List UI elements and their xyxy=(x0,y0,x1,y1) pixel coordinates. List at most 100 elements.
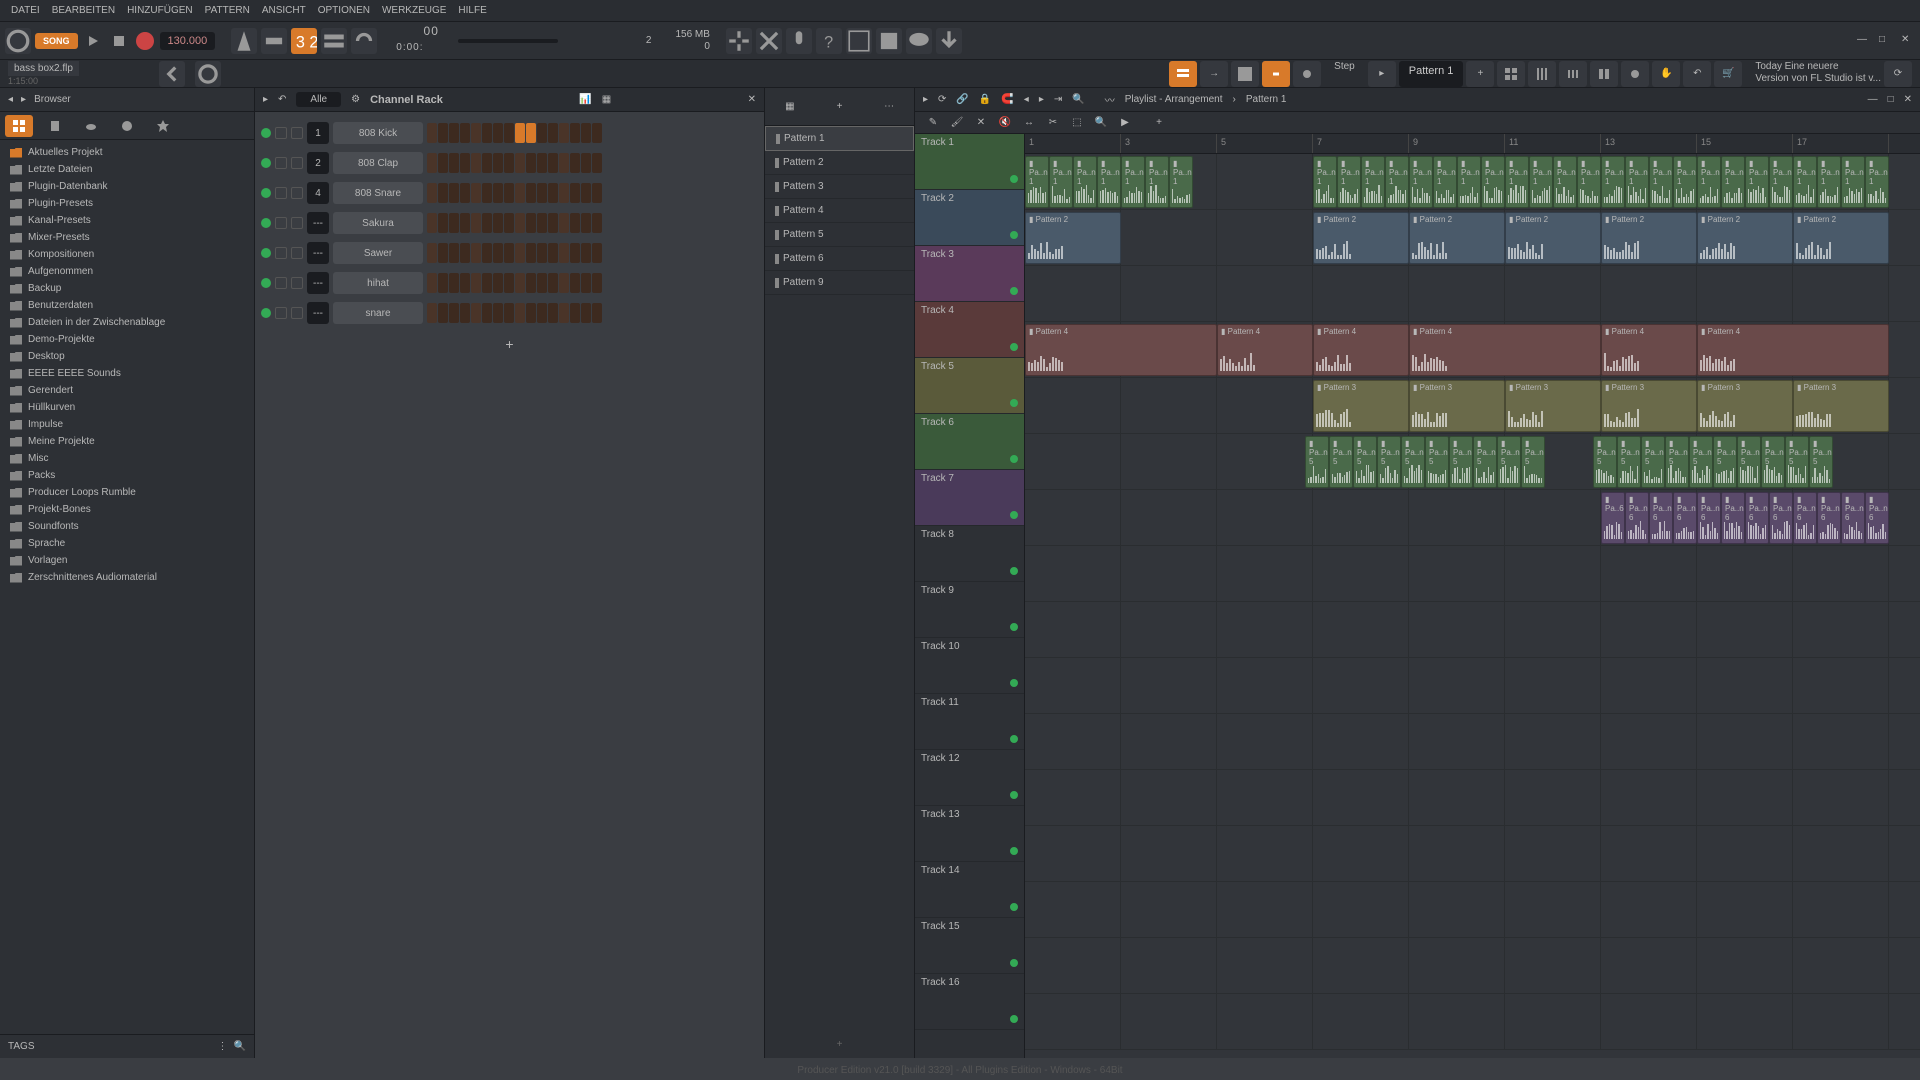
step-cell[interactable] xyxy=(482,213,492,233)
track-mute-dot[interactable] xyxy=(1010,735,1018,743)
maximize-button[interactable]: □ xyxy=(1879,34,1893,48)
pl-back-icon[interactable]: ◂ xyxy=(1024,94,1029,105)
step-cell[interactable] xyxy=(427,183,437,203)
step-cell[interactable] xyxy=(471,153,481,173)
piano-button[interactable] xyxy=(1231,61,1259,87)
step-cell[interactable] xyxy=(504,153,514,173)
channel-solo[interactable] xyxy=(291,277,303,289)
browser-item[interactable]: Backup xyxy=(0,280,254,297)
link-button[interactable] xyxy=(1262,61,1290,87)
browser-tab-fav[interactable] xyxy=(149,115,177,137)
track-header[interactable]: Track 5 xyxy=(915,358,1024,414)
track-header[interactable]: Track 14 xyxy=(915,862,1024,918)
play-button[interactable] xyxy=(82,30,104,52)
channel-name-button[interactable]: Sawer xyxy=(333,242,423,264)
clip[interactable]: ▮ Pa..n 5 xyxy=(1713,436,1737,488)
menu-datei[interactable]: DATEI xyxy=(5,5,46,16)
help-icon[interactable]: ? xyxy=(816,28,842,54)
channel-number[interactable]: --- xyxy=(307,272,329,294)
channel-number[interactable]: 2 xyxy=(307,152,329,174)
tempo-display[interactable]: 130.000 xyxy=(160,32,216,50)
pattern-item[interactable]: Pattern 6 xyxy=(765,247,914,271)
mic2-button[interactable] xyxy=(1293,61,1321,87)
pl-min-icon[interactable]: — xyxy=(1868,94,1878,105)
playlist-track[interactable]: ▮ Pattern 4▮ Pattern 4▮ Pattern 4▮ Patte… xyxy=(1025,322,1920,378)
step-cell[interactable] xyxy=(471,303,481,323)
channel-solo[interactable] xyxy=(291,187,303,199)
playlist-track[interactable] xyxy=(1025,266,1920,322)
step-cell[interactable] xyxy=(592,273,602,293)
channel-number[interactable]: 4 xyxy=(307,182,329,204)
loop-icon[interactable] xyxy=(351,28,377,54)
step-cell[interactable] xyxy=(438,303,448,323)
menu-hilfe[interactable]: HILFE xyxy=(452,5,492,16)
clip[interactable]: ▮ Pa..n 1 xyxy=(1673,156,1697,208)
browser-item[interactable]: Soundfonts xyxy=(0,518,254,535)
step-cell[interactable] xyxy=(526,123,536,143)
track-header[interactable]: Track 7 xyxy=(915,470,1024,526)
step-cell[interactable] xyxy=(559,303,569,323)
clip[interactable]: ▮ Pa..n 6 xyxy=(1793,492,1817,544)
sync-icon[interactable] xyxy=(726,28,752,54)
step-cell[interactable] xyxy=(460,243,470,263)
clip[interactable]: ▮ Pa..n 1 xyxy=(1697,156,1721,208)
step-cell[interactable] xyxy=(548,183,558,203)
pl-tool-delete[interactable]: ✕ xyxy=(971,114,991,132)
step-cell[interactable] xyxy=(559,273,569,293)
step-cell[interactable] xyxy=(570,303,580,323)
step-cell[interactable] xyxy=(526,243,536,263)
channel-name-button[interactable]: hihat xyxy=(333,272,423,294)
clip[interactable]: ▮ Pa..n 1 xyxy=(1865,156,1889,208)
step-cell[interactable] xyxy=(471,183,481,203)
track-mute-dot[interactable] xyxy=(1010,679,1018,687)
pl-autoscroll-icon[interactable]: ⇥ xyxy=(1054,94,1062,105)
wait-icon[interactable] xyxy=(261,28,287,54)
step-cell[interactable] xyxy=(471,243,481,263)
clip[interactable]: ▮ Pattern 3 xyxy=(1313,380,1409,432)
browser-item[interactable]: Mixer-Presets xyxy=(0,229,254,246)
add-channel-button[interactable]: + xyxy=(255,328,764,360)
step-cell[interactable] xyxy=(504,243,514,263)
pattern-item[interactable]: Pattern 9 xyxy=(765,271,914,295)
channel-number[interactable]: --- xyxy=(307,302,329,324)
cr-graph-icon[interactable]: 📊 xyxy=(579,94,591,105)
browser-item[interactable]: Desktop xyxy=(0,348,254,365)
step-cell[interactable] xyxy=(559,153,569,173)
ruler-bar[interactable]: 5 xyxy=(1217,134,1313,153)
browser-item[interactable]: Benutzerdaten xyxy=(0,297,254,314)
clip[interactable]: ▮ Pa..n 5 xyxy=(1353,436,1377,488)
clip[interactable]: ▮ Pa..n 1 xyxy=(1721,156,1745,208)
clip[interactable]: ▮ Pa..n 5 xyxy=(1473,436,1497,488)
browser-item[interactable]: Sprache xyxy=(0,535,254,552)
step-cell[interactable] xyxy=(537,303,547,323)
step-cell[interactable] xyxy=(592,153,602,173)
step-cell[interactable] xyxy=(526,213,536,233)
clip[interactable]: ▮ Pa..n 1 xyxy=(1409,156,1433,208)
track-mute-dot[interactable] xyxy=(1010,903,1018,911)
channel-solo[interactable] xyxy=(291,307,303,319)
step-cell[interactable] xyxy=(493,303,503,323)
step-cell[interactable] xyxy=(438,153,448,173)
channel-led[interactable] xyxy=(261,218,271,228)
pl-tool-slice[interactable]: ✂ xyxy=(1043,114,1063,132)
step-cell[interactable] xyxy=(471,273,481,293)
time-display[interactable]: 0:00:00 xyxy=(396,24,439,57)
pl-tool-play[interactable]: ▶ xyxy=(1115,114,1135,132)
clip[interactable]: ▮ Pa..n 1 xyxy=(1817,156,1841,208)
step-cell[interactable] xyxy=(493,213,503,233)
track-header[interactable]: Track 9 xyxy=(915,582,1024,638)
step-cell[interactable] xyxy=(493,243,503,263)
pp-menu-icon[interactable]: ⋯ xyxy=(877,95,901,119)
channel-solo[interactable] xyxy=(291,127,303,139)
step-cell[interactable] xyxy=(537,213,547,233)
record-button[interactable] xyxy=(134,30,156,52)
mic-icon[interactable] xyxy=(786,28,812,54)
browser-item[interactable]: Kompositionen xyxy=(0,246,254,263)
channel-mute[interactable] xyxy=(275,247,287,259)
metronome-icon[interactable] xyxy=(231,28,257,54)
step-cell[interactable] xyxy=(482,243,492,263)
news-reload-icon[interactable]: ⟳ xyxy=(1884,61,1912,87)
clip[interactable]: ▮ Pa..n 1 xyxy=(1625,156,1649,208)
track-mute-dot[interactable] xyxy=(1010,1015,1018,1023)
clip[interactable]: ▮ Pattern 2 xyxy=(1313,212,1409,264)
